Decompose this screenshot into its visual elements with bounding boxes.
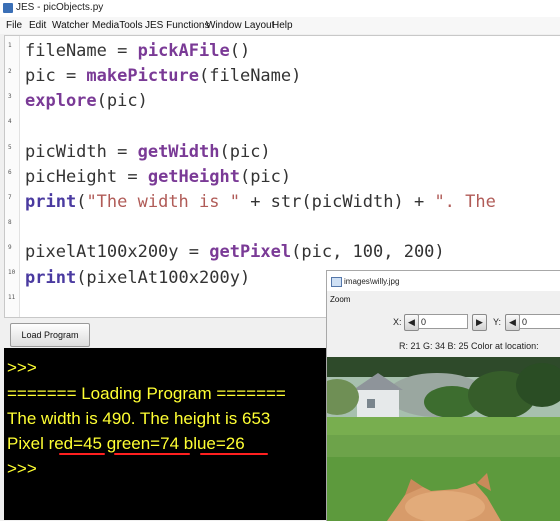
code-text: (fileName) bbox=[199, 66, 302, 86]
line-number: 7 bbox=[8, 194, 12, 201]
window-title: JES - picObjects.py bbox=[16, 2, 104, 13]
console-prompt: >>> bbox=[7, 358, 37, 377]
x-label: X: bbox=[393, 317, 402, 327]
code-keyword: print bbox=[25, 192, 77, 212]
x-coordinate-field[interactable]: 0 bbox=[418, 314, 468, 329]
console-line: The width is 490. The height is 653 bbox=[7, 409, 271, 428]
console-line: ======= Loading Program ======= bbox=[7, 384, 286, 403]
menu-watcher[interactable]: Watcher bbox=[52, 20, 89, 31]
menu-help[interactable]: Help bbox=[272, 20, 293, 31]
line-number: 5 bbox=[8, 144, 12, 151]
green-underline bbox=[114, 453, 190, 455]
code-function-name: makePicture bbox=[86, 66, 200, 86]
coordinate-controls: X: ◀ 0 ▶ Y: ◀ 0 bbox=[327, 311, 560, 333]
blue-underline bbox=[200, 453, 268, 455]
code-function-name: getPixel bbox=[209, 242, 292, 262]
code-function-name: pickAFile bbox=[137, 41, 230, 61]
window-titlebar: JES - picObjects.py bbox=[0, 0, 560, 18]
red-underline bbox=[59, 453, 105, 455]
menu-file[interactable]: File bbox=[6, 20, 22, 31]
menu-window-layout[interactable]: Window Layout bbox=[206, 20, 274, 31]
pixel-color-info: R: 21 G: 34 B: 25 Color at location: bbox=[399, 341, 539, 351]
image-icon bbox=[331, 277, 342, 287]
code-text: picWidth = bbox=[25, 142, 138, 162]
y-decrement-button[interactable]: ◀ bbox=[505, 314, 520, 331]
code-text: picHeight = bbox=[25, 167, 148, 187]
jes-app-icon bbox=[3, 3, 13, 13]
code-line-5: picWidth = getWidth(pic) bbox=[25, 142, 271, 162]
line-number: 3 bbox=[8, 93, 12, 100]
x-decrement-button[interactable]: ◀ bbox=[404, 314, 419, 331]
code-function-name: getHeight bbox=[147, 167, 240, 187]
code-string: ". The bbox=[434, 192, 496, 212]
picture-tool-titlebar: images\willy.jpg bbox=[327, 271, 560, 291]
picture-canvas[interactable] bbox=[327, 357, 560, 521]
picture-tool-title: images\willy.jpg bbox=[344, 277, 400, 286]
y-label: Y: bbox=[493, 317, 502, 327]
code-text: + str(picWidth) + bbox=[239, 192, 435, 212]
code-keyword: print bbox=[25, 268, 77, 288]
code-line-6: picHeight = getHeight(pic) bbox=[25, 167, 291, 187]
console-prompt: >>> bbox=[7, 459, 37, 478]
code-text: (pic) bbox=[96, 91, 148, 111]
line-number: 10 bbox=[8, 269, 16, 276]
code-string: "The width is " bbox=[86, 192, 240, 212]
willy-photo bbox=[327, 357, 560, 521]
line-number: 1 bbox=[8, 42, 12, 49]
code-text: pic = bbox=[25, 66, 87, 86]
line-number: 2 bbox=[8, 68, 12, 75]
load-program-bar: Load Program bbox=[4, 318, 326, 348]
code-line-3: explore(pic) bbox=[25, 91, 148, 111]
y-coordinate-field[interactable]: 0 bbox=[519, 314, 560, 329]
line-number: 6 bbox=[8, 169, 12, 176]
code-line-9: pixelAt100x200y = getPixel(pic, 100, 200… bbox=[25, 242, 445, 262]
x-increment-button[interactable]: ▶ bbox=[472, 314, 487, 331]
picture-tool-window: images\willy.jpg Zoom X: ◀ 0 ▶ Y: ◀ 0 R:… bbox=[326, 270, 560, 521]
code-text: (pic, 100, 200) bbox=[291, 242, 445, 262]
code-text: () bbox=[229, 41, 251, 61]
command-console[interactable]: >>> ======= Loading Program ======= The … bbox=[4, 348, 326, 520]
line-number: 8 bbox=[8, 219, 12, 226]
code-text: (pixelAt100x200y) bbox=[76, 268, 251, 288]
line-number: 11 bbox=[8, 294, 16, 301]
code-text: (pic) bbox=[239, 167, 292, 187]
code-line-2: pic = makePicture(fileName) bbox=[25, 66, 301, 86]
code-line-1: fileName = pickAFile() bbox=[25, 41, 250, 61]
menu-jes-functions[interactable]: JES Functions bbox=[145, 20, 209, 31]
menu-bar: File Edit Watcher MediaTools JES Functio… bbox=[0, 17, 560, 34]
code-line-10: print(pixelAt100x200y) bbox=[25, 268, 250, 288]
load-program-button[interactable]: Load Program bbox=[10, 323, 90, 347]
console-line: Pixel red=45 green=74 blue=26 bbox=[7, 434, 245, 453]
line-number: 9 bbox=[8, 244, 12, 251]
code-text: (pic) bbox=[219, 142, 271, 162]
code-text: ( bbox=[76, 192, 87, 212]
code-text: fileName = bbox=[25, 41, 138, 61]
code-function-name: explore bbox=[25, 91, 97, 111]
zoom-menu[interactable]: Zoom bbox=[330, 295, 350, 304]
code-function-name: getWidth bbox=[137, 142, 220, 162]
line-number: 4 bbox=[8, 118, 12, 125]
menu-edit[interactable]: Edit bbox=[29, 20, 46, 31]
line-number-gutter: 1 2 3 4 5 6 7 8 9 10 11 bbox=[5, 36, 20, 317]
code-text: pixelAt100x200y = bbox=[25, 242, 210, 262]
menu-mediatools[interactable]: MediaTools bbox=[92, 20, 143, 31]
code-line-7: print("The width is " + str(picWidth) + … bbox=[25, 192, 496, 212]
